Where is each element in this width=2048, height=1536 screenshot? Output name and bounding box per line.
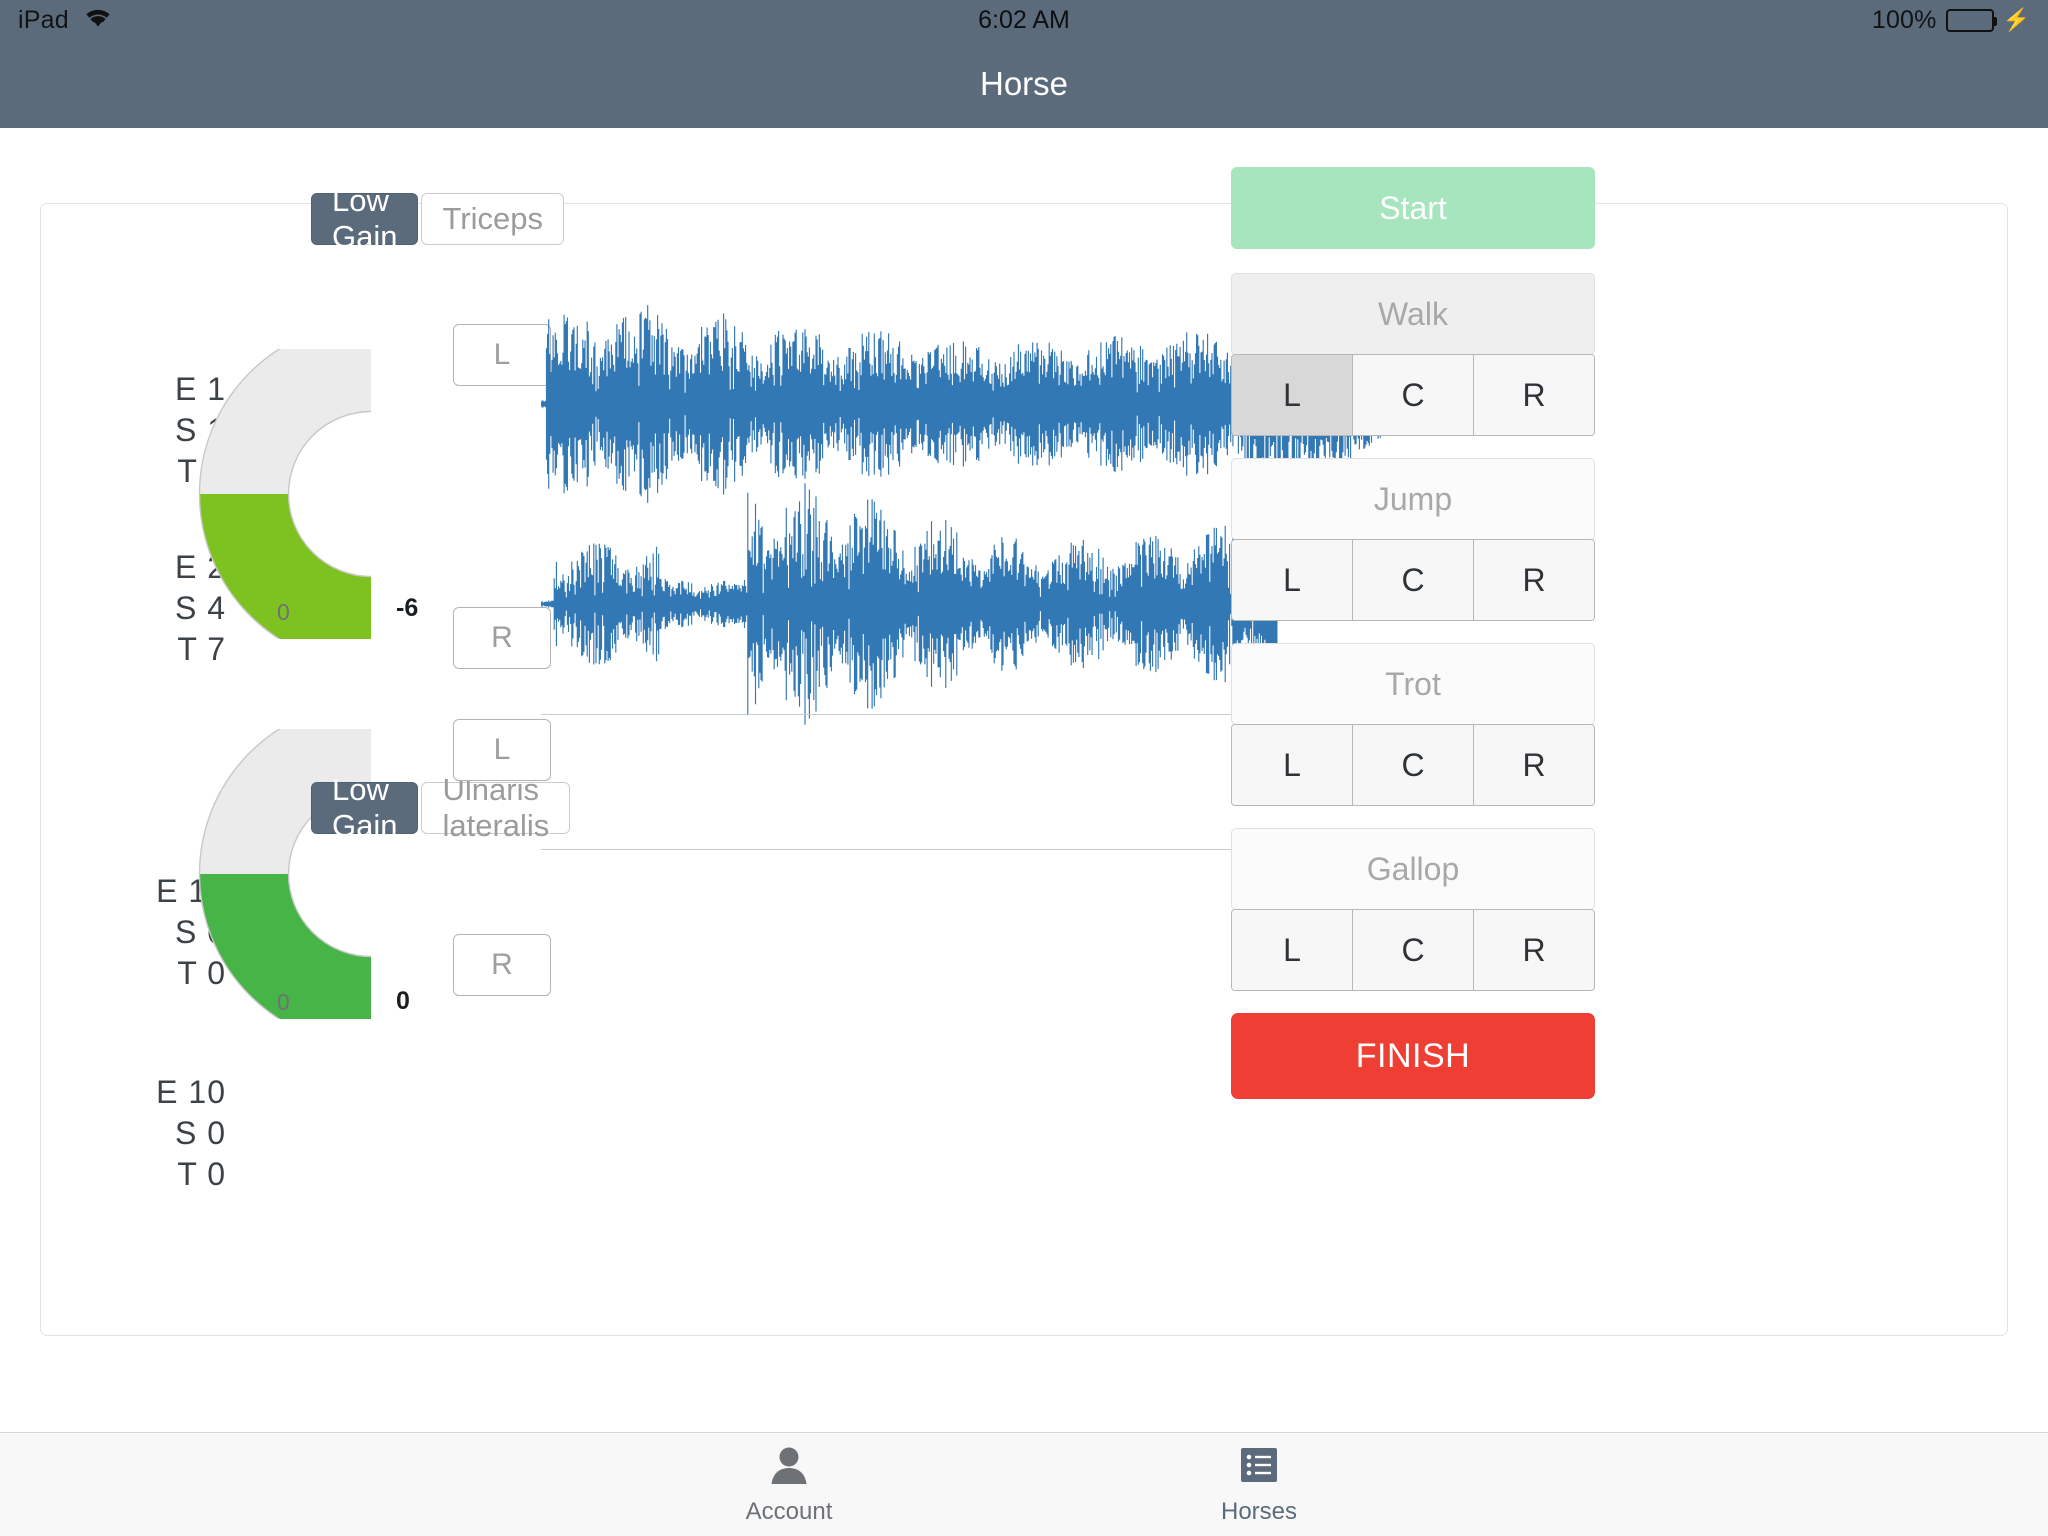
- segment-muscle-ulnaris[interactable]: Ulnaris lateralis: [421, 772, 571, 843]
- gait-option-jump-r[interactable]: R: [1474, 540, 1594, 620]
- gauge-bottom-stats-ulnaris: E 10 S 0 T 0: [76, 1072, 226, 1195]
- person-icon: [768, 1444, 810, 1491]
- gait-options-walk: LCR: [1231, 354, 1595, 436]
- channel-button-right-triceps[interactable]: R: [453, 607, 551, 669]
- battery-percent-label: 100%: [1871, 5, 1937, 34]
- finish-button[interactable]: FINISH: [1231, 1013, 1595, 1099]
- controls-column: Start Walk L C R Jump L C R Trot L C R Gallop L C R FIN…: [1231, 167, 1595, 1099]
- channel-button-right-ulnaris[interactable]: R: [453, 934, 551, 996]
- gait-option-gallop-l[interactable]: L: [1232, 910, 1353, 990]
- list-icon: [1238, 1444, 1280, 1491]
- gait-header-walk[interactable]: Walk: [1231, 273, 1595, 355]
- tab-account-label: Account: [745, 1497, 833, 1525]
- main-content-card: Low Gain Triceps E 1 S 1 T 4 E 2 S 4 T 7: [40, 167, 2008, 1336]
- start-button[interactable]: Start: [1231, 167, 1595, 249]
- gait-option-jump-l[interactable]: L: [1232, 540, 1353, 620]
- segment-gain-ulnaris[interactable]: Low Gain: [311, 772, 419, 843]
- segment-gain-triceps[interactable]: Low Gain: [311, 183, 419, 254]
- gait-option-walk-c[interactable]: C: [1353, 355, 1474, 435]
- gauge-side-value-ulnaris: 0: [396, 987, 410, 1015]
- channel-button-left-ulnaris[interactable]: L: [453, 719, 551, 781]
- gauge-arc-triceps: [196, 321, 386, 667]
- gait-options-trot: LCR: [1231, 724, 1595, 806]
- segment-muscle-triceps[interactable]: Triceps: [421, 193, 564, 245]
- gait-option-walk-r[interactable]: R: [1474, 355, 1594, 435]
- gait-group-trot: Trot L C R: [1231, 643, 1595, 806]
- page-title: Horse: [979, 65, 1069, 102]
- gauge-center-value-triceps: 0: [277, 599, 290, 625]
- gait-option-gallop-r[interactable]: R: [1474, 910, 1594, 990]
- lightning-bolt-icon: ⚡: [2002, 7, 2030, 32]
- gait-header-gallop[interactable]: Gallop: [1231, 828, 1595, 910]
- gait-option-trot-c[interactable]: C: [1353, 725, 1474, 805]
- gauge-center-value-ulnaris: 0: [277, 989, 290, 1015]
- gait-group-jump: Jump L C R: [1231, 458, 1595, 621]
- gait-option-trot-r[interactable]: R: [1474, 725, 1594, 805]
- gait-option-jump-c[interactable]: C: [1353, 540, 1474, 620]
- gait-header-jump[interactable]: Jump: [1231, 458, 1595, 540]
- status-bar: iPad 6:02 AM 100% ⚡: [0, 0, 2048, 40]
- status-bar-clock: 6:02 AM: [978, 5, 1070, 34]
- gait-option-trot-l[interactable]: L: [1232, 725, 1353, 805]
- gait-header-trot[interactable]: Trot: [1231, 643, 1595, 725]
- stat-e-bottom-ulnaris: E 10: [156, 1074, 226, 1110]
- tab-account[interactable]: Account: [704, 1444, 874, 1526]
- tab-bar: Account Horses: [0, 1432, 2048, 1536]
- segmented-control-triceps[interactable]: Low Gain Triceps: [311, 183, 564, 254]
- navigation-bar: Horse: [0, 40, 2048, 128]
- gait-list: Walk L C R Jump L C R Trot L C R Gallop L C R: [1231, 273, 1595, 991]
- channel-button-left-triceps[interactable]: L: [453, 324, 551, 386]
- gait-option-gallop-c[interactable]: C: [1353, 910, 1474, 990]
- gait-options-gallop: LCR: [1231, 909, 1595, 991]
- tab-horses[interactable]: Horses: [1174, 1444, 1344, 1526]
- status-bar-right: 100% ⚡: [1872, 6, 2030, 35]
- battery-full-icon: [1945, 8, 1997, 32]
- gait-group-gallop: Gallop L C R: [1231, 828, 1595, 991]
- gait-options-jump: LCR: [1231, 539, 1595, 621]
- gauge-side-value-triceps: -6: [396, 594, 419, 622]
- stat-s-bottom-ulnaris: S 0: [174, 1114, 226, 1151]
- segmented-control-ulnaris[interactable]: Low Gain Ulnaris lateralis: [311, 772, 571, 843]
- stat-t-bottom-ulnaris: T 0: [177, 1155, 226, 1192]
- gait-option-walk-l[interactable]: L: [1232, 355, 1353, 435]
- tab-horses-label: Horses: [1220, 1497, 1298, 1525]
- gait-group-walk: Walk L C R: [1231, 273, 1595, 436]
